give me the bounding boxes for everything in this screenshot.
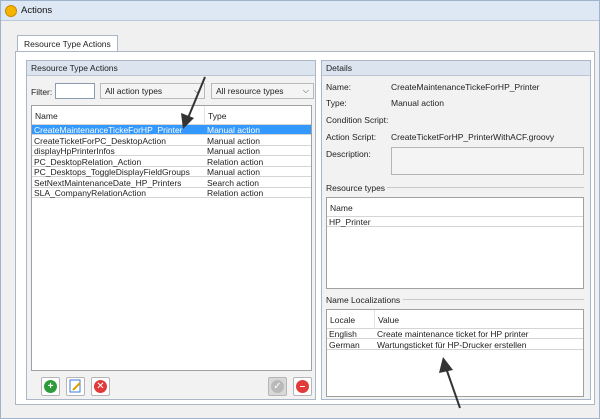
annotation-arrow-icon <box>181 76 461 409</box>
